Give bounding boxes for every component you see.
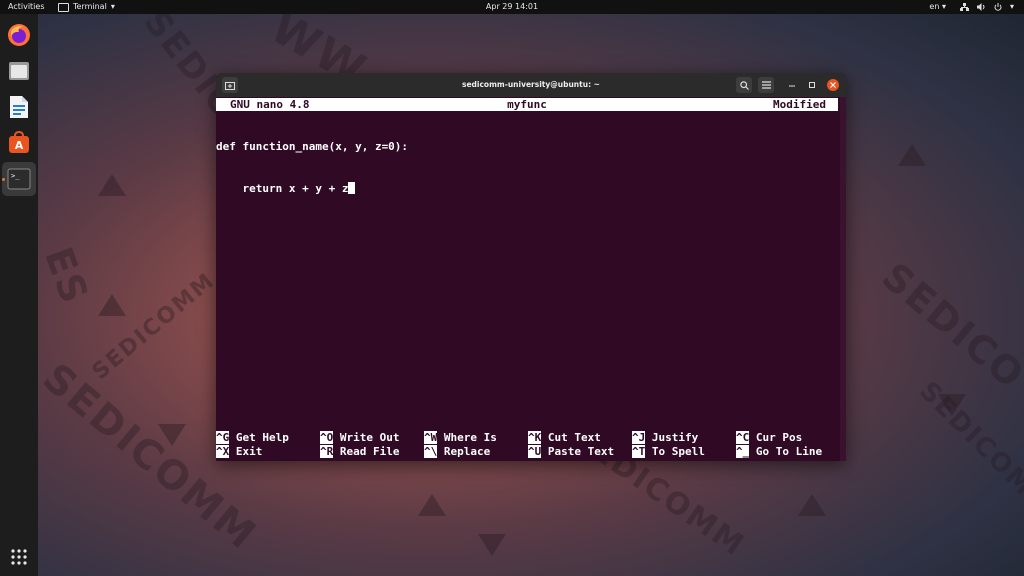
network-icon (959, 3, 969, 11)
search-icon (739, 80, 749, 90)
shortcut-to-spell: ^T To Spell (632, 445, 705, 458)
wallpaper-watermark: SEDICOMM (913, 375, 1024, 523)
shortcut-paste-text: ^U Paste Text (528, 445, 615, 458)
wallpaper-watermark: SEDICO (873, 254, 1024, 398)
maximize-button[interactable] (806, 79, 818, 91)
text-cursor (348, 182, 356, 194)
code-line-with-cursor: return x + y + z (216, 182, 408, 196)
chevron-down-icon: ▾ (110, 2, 115, 11)
dock: A >_ (0, 14, 38, 576)
volume-icon (976, 3, 985, 11)
shortcut-exit: ^X Exit (216, 445, 263, 458)
shortcut-cut-text: ^K Cut Text (528, 431, 601, 444)
minimize-button[interactable] (786, 79, 798, 91)
top-bar: Activities Terminal ▾ Apr 29 14:01 en ▾ … (0, 0, 1024, 14)
language-indicator[interactable]: en ▾ (929, 0, 946, 14)
close-icon (830, 82, 836, 88)
wallpaper-watermark: ES (38, 241, 98, 311)
shortcut-cur-pos: ^C Cur Pos (736, 431, 803, 444)
wallpaper-watermark: SEDICOMM (87, 268, 221, 385)
app-menu[interactable]: Terminal ▾ (58, 0, 115, 14)
chevron-down-icon: ▾ (1009, 2, 1014, 11)
minimize-icon (789, 85, 795, 87)
menu-button[interactable] (758, 77, 774, 93)
hamburger-icon (761, 81, 771, 89)
show-applications-icon[interactable] (6, 544, 32, 570)
close-button[interactable] (827, 79, 839, 91)
terminal-icon (58, 2, 69, 12)
terminal-icon[interactable]: >_ (2, 162, 36, 196)
nano-filename: myfunc (507, 98, 547, 111)
shortcut-justify: ^J Justify (632, 431, 699, 444)
power-icon (994, 3, 1002, 11)
shortcut-write-out: ^O Write Out (320, 431, 400, 444)
search-button[interactable] (736, 77, 752, 93)
writer-icon[interactable] (6, 94, 32, 120)
shortcut-get-help: ^G Get Help (216, 431, 289, 444)
shortcut-replace: ^\ Replace (424, 445, 491, 458)
svg-text:>_: >_ (11, 172, 20, 180)
nano-status: Modified (773, 98, 826, 111)
code-line: def function_name(x, y, z=0): (216, 140, 409, 153)
software-icon[interactable]: A (6, 130, 32, 156)
activities-button[interactable]: Activities (8, 0, 45, 14)
svg-text:A: A (15, 139, 24, 152)
editor-buffer[interactable]: def function_name(x, y, z=0): return x +… (216, 112, 408, 224)
nano-header: GNU nano 4.8 myfunc Modified (216, 98, 838, 111)
system-tray[interactable]: ▾ (959, 0, 1014, 14)
terminal-window: sedicomm-university@ubuntu: ~ GNU nano 4… (216, 73, 846, 461)
terminal-content[interactable]: GNU nano 4.8 myfunc Modified def functio… (216, 97, 846, 461)
shortcut-where-is: ^W Where Is (424, 431, 497, 444)
window-titlebar[interactable]: sedicomm-university@ubuntu: ~ (216, 73, 846, 97)
scrollbar[interactable] (840, 97, 846, 461)
maximize-icon (809, 82, 815, 88)
shortcut-read-file: ^R Read File (320, 445, 400, 458)
shortcut-go-to-line: ^_ Go To Line (736, 445, 823, 458)
clock[interactable]: Apr 29 14:01 (486, 2, 538, 11)
app-menu-label: Terminal (73, 2, 107, 11)
running-indicator (2, 178, 5, 181)
nano-shortcut-bar: ^G Get Help ^O Write Out ^W Where Is ^K … (216, 431, 846, 459)
files-icon[interactable] (6, 58, 32, 84)
firefox-icon[interactable] (6, 22, 32, 48)
